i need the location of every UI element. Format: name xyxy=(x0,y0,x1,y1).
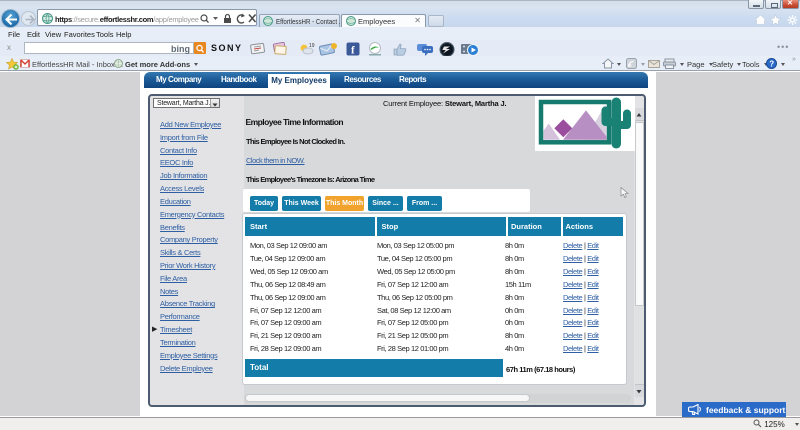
svg-text:?: ? xyxy=(769,60,774,69)
svg-text:19: 19 xyxy=(309,43,315,49)
svg-text:f: f xyxy=(351,45,355,57)
